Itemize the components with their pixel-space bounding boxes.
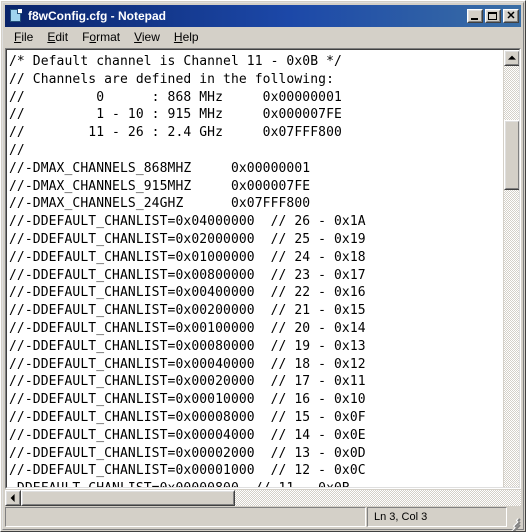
code-line: //-DDEFAULT_CHANLIST=0x00040000 // 18 - … [9,356,366,372]
edit-frame: /* Default channel is Channel 11 - 0x0B … [5,48,521,489]
code-line: //-DDEFAULT_CHANLIST=0x00800000 // 23 - … [9,267,366,283]
menu-bar: File Edit Format View Help [3,27,523,48]
notepad-window: f8wConfig.cfg - Notepad ✕ File Edit Form… [0,0,526,532]
window-title: f8wConfig.cfg - Notepad [28,9,166,23]
code-line: // 11 - 26 : 2.4 GHz 0x07FFF800 [9,125,342,141]
code-line: //-DDEFAULT_CHANLIST=0x00100000 // 20 - … [9,320,366,336]
code-line: //-DDEFAULT_CHANLIST=0x02000000 // 25 - … [9,231,366,247]
client-area: /* Default channel is Channel 11 - 0x0B … [5,48,521,506]
code-line: //-DDEFAULT_CHANLIST=0x01000000 // 24 - … [9,249,366,265]
close-button[interactable]: ✕ [503,9,519,23]
code-line: //-DMAX_CHANNELS_868MHZ 0x00000001 [9,160,311,176]
minimize-icon [471,18,478,20]
code-line: //-DMAX_CHANNELS_915MHZ 0x000007FE [9,178,311,194]
code-line: -DDEFAULT_CHANLIST=0x00000800 // 11 - 0x… [9,480,503,487]
menu-item-format[interactable]: Format [75,28,127,47]
arrow-up-icon [508,55,516,60]
text-editor[interactable]: /* Default channel is Channel 11 - 0x0B … [7,50,503,487]
code-line: //-DDEFAULT_CHANLIST=0x00008000 // 15 - … [9,409,366,425]
maximize-button[interactable] [485,9,501,23]
code-line: //-DDEFAULT_CHANLIST=0x00080000 // 19 - … [9,338,366,354]
vertical-scrollbar[interactable] [503,50,519,487]
status-bar: Ln 3, Col 3 [5,507,521,527]
code-line: //-DDEFAULT_CHANLIST=0x00001000 // 12 - … [9,463,366,479]
code-line: //-DDEFAULT_CHANLIST=0x00400000 // 22 - … [9,285,366,301]
menu-item-file[interactable]: File [7,28,40,47]
title-bar[interactable]: f8wConfig.cfg - Notepad ✕ [5,5,521,27]
minimize-button[interactable] [467,9,483,23]
horizontal-scrollbar[interactable] [5,490,521,506]
status-message-pane [5,507,366,527]
code-line: //-DDEFAULT_CHANLIST=0x00010000 // 16 - … [9,392,366,408]
code-line: //-DDEFAULT_CHANLIST=0x00004000 // 14 - … [9,427,366,443]
close-icon: ✕ [506,10,516,22]
menu-item-edit[interactable]: Edit [40,28,75,47]
notepad-document-icon [8,8,24,24]
vertical-scroll-thumb[interactable] [504,120,519,190]
code-line: /* Default channel is Channel 11 - 0x0B … [9,54,342,69]
code-line: //-DDEFAULT_CHANLIST=0x00002000 // 13 - … [9,445,366,461]
horizontal-scroll-thumb[interactable] [21,490,235,506]
code-line: //-DDEFAULT_CHANLIST=0x00020000 // 17 - … [9,374,366,390]
code-line: // Channels are defined in the following… [9,71,334,87]
code-line: //-DMAX_CHANNELS_24GHZ 0x07FFF800 [9,196,311,212]
scroll-up-button[interactable] [504,50,519,66]
code-line: // 0 : 868 MHz 0x00000001 [9,89,342,105]
code-line: //-DDEFAULT_CHANLIST=0x00200000 // 21 - … [9,303,366,319]
window-inner-frame: f8wConfig.cfg - Notepad ✕ File Edit Form… [2,2,524,531]
maximize-icon [488,12,497,20]
code-line: // [9,142,25,158]
scroll-left-button[interactable] [5,490,21,506]
arrow-left-icon [10,494,15,502]
code-line: // 1 - 10 : 915 MHz 0x000007FE [9,107,342,123]
menu-item-view[interactable]: View [127,28,167,47]
menu-item-help[interactable]: Help [167,28,206,47]
status-position-pane: Ln 3, Col 3 [367,507,507,527]
code-line: //-DDEFAULT_CHANLIST=0x04000000 // 26 - … [9,214,366,230]
edit-frame-inner: /* Default channel is Channel 11 - 0x0B … [6,49,520,488]
window-controls: ✕ [467,9,519,23]
